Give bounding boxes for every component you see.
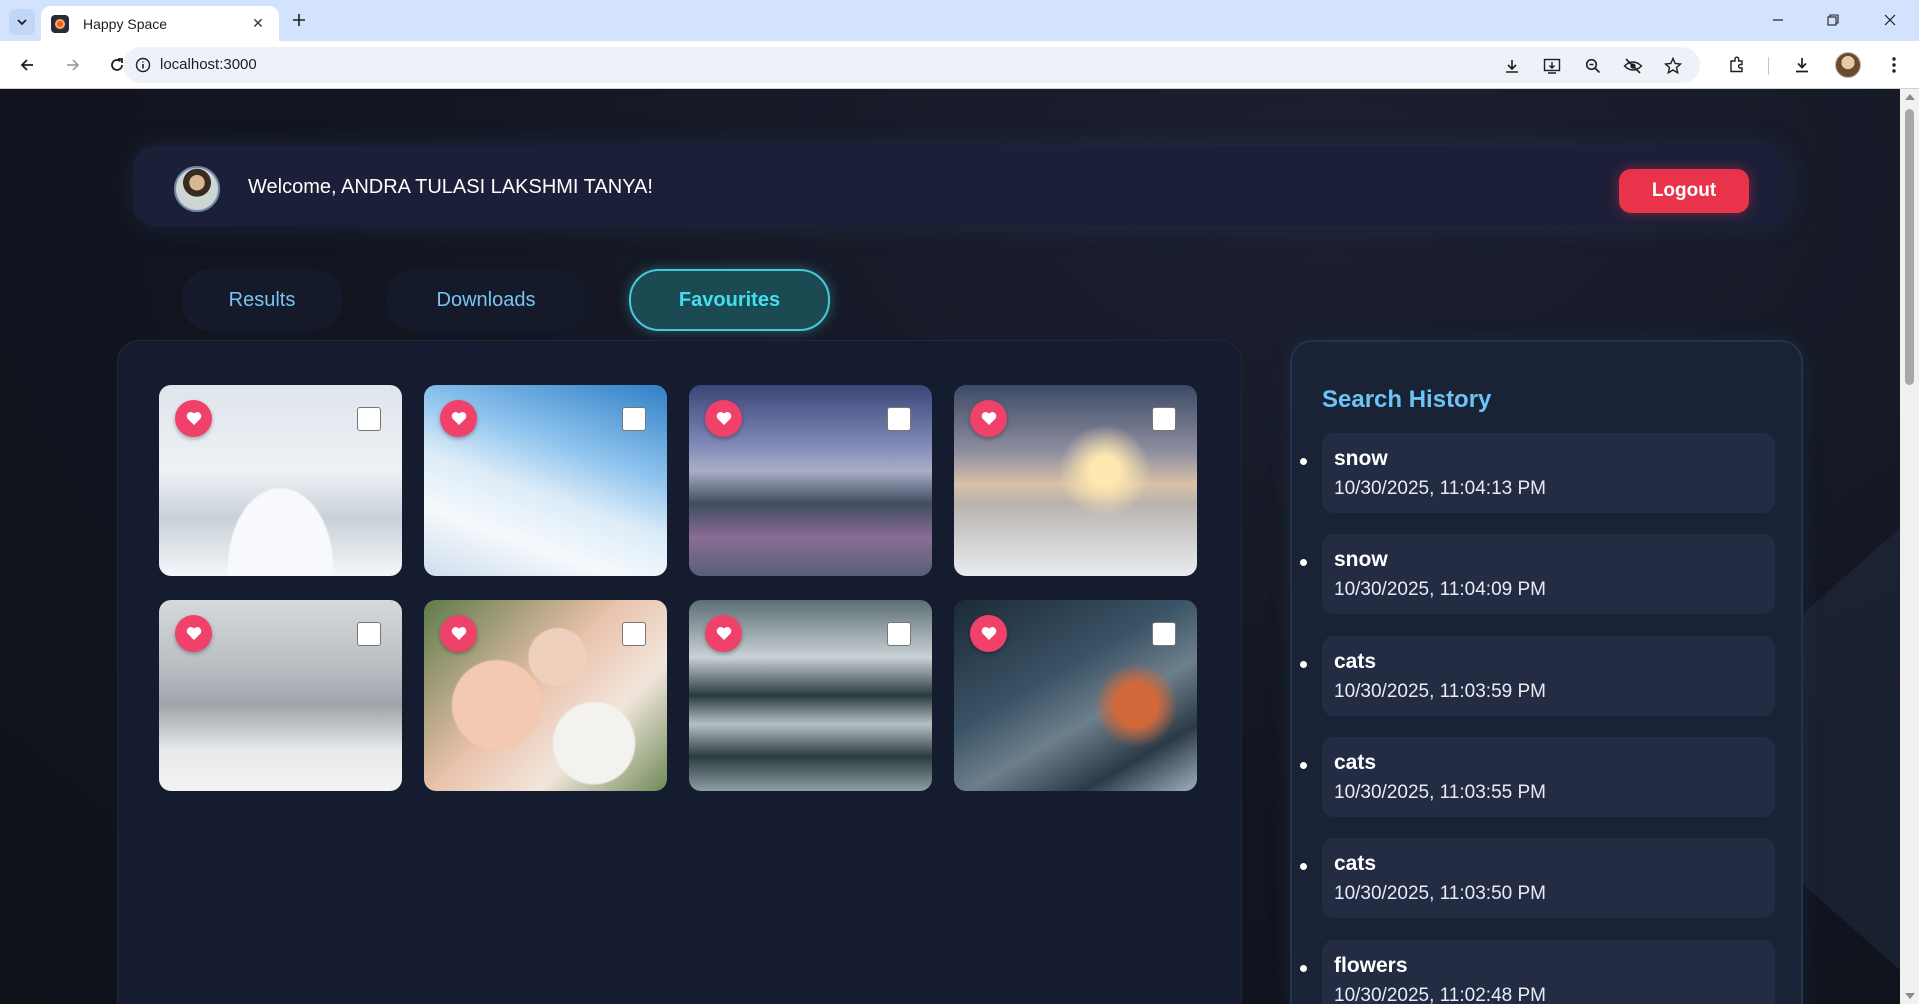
address-bar[interactable]: localhost:3000 <box>123 47 1700 83</box>
heart-icon[interactable] <box>705 400 742 437</box>
heart-icon[interactable] <box>970 400 1007 437</box>
history-query: cats <box>1334 852 1377 875</box>
forward-button[interactable] <box>60 52 86 78</box>
new-tab-button[interactable] <box>287 8 311 32</box>
toolbar-separator <box>1768 57 1769 75</box>
logout-button[interactable]: Logout <box>1619 169 1749 213</box>
history-item[interactable]: cats 10/30/2025, 11:03:50 PM <box>1300 838 1775 918</box>
minimize-window-button[interactable] <box>1766 8 1790 32</box>
favourite-image-card[interactable] <box>954 600 1197 791</box>
tab-results[interactable]: Results <box>181 269 343 331</box>
page-viewport: Welcome, ANDRA TULASI LAKSHMI TANYA! Log… <box>0 89 1900 1004</box>
site-info-icon[interactable] <box>133 55 153 75</box>
history-query: cats <box>1334 650 1377 673</box>
history-timestamp: 10/30/2025, 11:03:59 PM <box>1334 681 1546 702</box>
favourite-image-card[interactable] <box>424 600 667 791</box>
browser-toolbar: localhost:3000 <box>0 41 1919 89</box>
browser-tab[interactable]: Happy Space ✕ <box>41 6 279 41</box>
favourite-image-card[interactable] <box>689 600 932 791</box>
favourite-image-card[interactable] <box>689 385 932 576</box>
select-checkbox[interactable] <box>357 407 381 431</box>
favourite-image-card[interactable] <box>159 600 402 791</box>
history-timestamp: 10/30/2025, 11:03:50 PM <box>1334 883 1546 904</box>
list-bullet <box>1300 965 1307 972</box>
scrollbar-thumb[interactable] <box>1905 109 1914 385</box>
history-timestamp: 10/30/2025, 11:04:09 PM <box>1334 579 1546 600</box>
heart-icon[interactable] <box>440 615 477 652</box>
history-timestamp: 10/30/2025, 11:02:48 PM <box>1334 985 1546 1004</box>
more-menu-icon[interactable] <box>1882 53 1906 77</box>
favourite-image-card[interactable] <box>424 385 667 576</box>
history-timestamp: 10/30/2025, 11:04:13 PM <box>1334 478 1546 499</box>
favourites-gallery <box>117 340 1242 1004</box>
favourite-image-card[interactable] <box>954 385 1197 576</box>
install-app-icon[interactable] <box>1541 55 1563 77</box>
select-checkbox[interactable] <box>1152 622 1176 646</box>
close-window-button[interactable] <box>1878 8 1902 32</box>
list-bullet <box>1300 661 1307 668</box>
eye-off-icon[interactable] <box>1622 55 1644 77</box>
scroll-up-arrow[interactable] <box>1905 94 1915 100</box>
profile-avatar[interactable] <box>1835 52 1861 78</box>
restore-icon <box>1827 14 1839 26</box>
app-favicon-icon <box>51 14 69 33</box>
tab-search-button[interactable] <box>9 9 35 35</box>
history-item[interactable]: snow 10/30/2025, 11:04:13 PM <box>1300 433 1775 513</box>
list-bullet <box>1300 762 1307 769</box>
heart-icon[interactable] <box>175 400 212 437</box>
history-item[interactable]: cats 10/30/2025, 11:03:59 PM <box>1300 636 1775 716</box>
list-bullet <box>1300 458 1307 465</box>
back-button[interactable] <box>14 52 40 78</box>
restore-window-button[interactable] <box>1821 8 1845 32</box>
scroll-down-arrow[interactable] <box>1905 993 1915 999</box>
select-checkbox[interactable] <box>1152 407 1176 431</box>
history-query: cats <box>1334 751 1377 774</box>
chevron-down-icon <box>17 19 27 26</box>
arrow-right-icon <box>67 59 80 71</box>
heart-icon[interactable] <box>970 615 1007 652</box>
app-header: Welcome, ANDRA TULASI LAKSHMI TANYA! Log… <box>133 146 1787 226</box>
select-checkbox[interactable] <box>622 622 646 646</box>
browser-tab-title: Happy Space <box>83 15 168 32</box>
select-checkbox[interactable] <box>887 407 911 431</box>
download-page-icon[interactable] <box>1501 55 1523 77</box>
history-timestamp: 10/30/2025, 11:03:55 PM <box>1334 782 1546 803</box>
select-checkbox[interactable] <box>622 407 646 431</box>
select-checkbox[interactable] <box>887 622 911 646</box>
heart-icon[interactable] <box>705 615 742 652</box>
history-item[interactable]: flowers 10/30/2025, 11:02:48 PM <box>1300 940 1775 1004</box>
page-scrollbar[interactable] <box>1900 89 1919 1004</box>
search-history-title: Search History <box>1322 386 1492 413</box>
list-bullet <box>1300 559 1307 566</box>
user-avatar <box>174 166 220 212</box>
bookmark-star-icon[interactable] <box>1662 55 1684 77</box>
history-query: snow <box>1334 548 1388 571</box>
history-item[interactable]: cats 10/30/2025, 11:03:55 PM <box>1300 737 1775 817</box>
tab-downloads[interactable]: Downloads <box>386 269 586 331</box>
welcome-message: Welcome, ANDRA TULASI LAKSHMI TANYA! <box>248 176 653 198</box>
arrow-left-icon <box>20 59 33 71</box>
select-checkbox[interactable] <box>357 622 381 646</box>
tab-favourites[interactable]: Favourites <box>629 269 830 331</box>
downloads-icon[interactable] <box>1790 53 1814 77</box>
close-icon <box>1884 14 1896 26</box>
close-tab-icon[interactable]: ✕ <box>249 16 267 32</box>
list-bullet <box>1300 863 1307 870</box>
plus-icon <box>293 14 305 26</box>
extensions-icon[interactable] <box>1725 53 1749 77</box>
search-history-panel: Search History snow 10/30/2025, 11:04:13… <box>1290 340 1803 1004</box>
minimize-icon <box>1773 19 1783 21</box>
history-query: flowers <box>1334 954 1408 977</box>
history-query: snow <box>1334 447 1388 470</box>
heart-icon[interactable] <box>175 615 212 652</box>
url-text[interactable]: localhost:3000 <box>160 56 257 73</box>
browser-tab-strip: Happy Space ✕ <box>0 0 1919 41</box>
favourite-image-card[interactable] <box>159 385 402 576</box>
history-item[interactable]: snow 10/30/2025, 11:04:09 PM <box>1300 534 1775 614</box>
zoom-icon[interactable] <box>1582 55 1604 77</box>
heart-icon[interactable] <box>440 400 477 437</box>
